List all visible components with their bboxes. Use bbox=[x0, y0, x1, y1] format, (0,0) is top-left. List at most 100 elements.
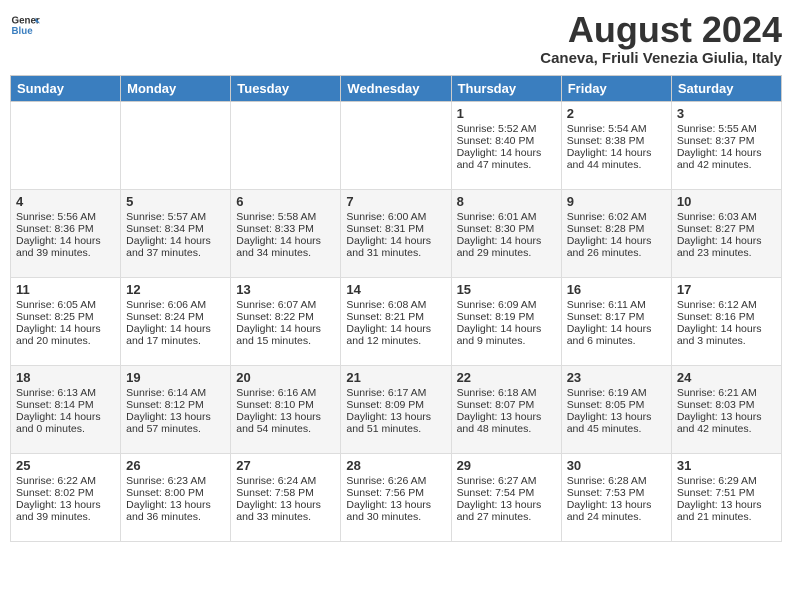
cell-content-line: Sunrise: 5:58 AM bbox=[236, 211, 335, 223]
day-number: 23 bbox=[567, 370, 666, 385]
cell-content-line: Sunset: 8:36 PM bbox=[16, 223, 115, 235]
cell-content-line: Daylight: 13 hours and 30 minutes. bbox=[346, 499, 445, 523]
calendar-cell: 30Sunrise: 6:28 AMSunset: 7:53 PMDayligh… bbox=[561, 453, 671, 541]
cell-content-line: Sunset: 8:25 PM bbox=[16, 311, 115, 323]
cell-content-line: Daylight: 14 hours and 6 minutes. bbox=[567, 323, 666, 347]
cell-content-line: Sunrise: 6:12 AM bbox=[677, 299, 776, 311]
cell-content-line: Sunrise: 6:13 AM bbox=[16, 387, 115, 399]
cell-content-line: Daylight: 14 hours and 23 minutes. bbox=[677, 235, 776, 259]
cell-content-line: Daylight: 14 hours and 44 minutes. bbox=[567, 147, 666, 171]
day-number: 2 bbox=[567, 106, 666, 121]
cell-content-line: Sunset: 8:28 PM bbox=[567, 223, 666, 235]
calendar-body: 1Sunrise: 5:52 AMSunset: 8:40 PMDaylight… bbox=[11, 101, 782, 541]
cell-content-line: Sunrise: 6:27 AM bbox=[457, 475, 556, 487]
day-of-week-header: Sunday bbox=[11, 75, 121, 101]
day-number: 24 bbox=[677, 370, 776, 385]
calendar-cell: 17Sunrise: 6:12 AMSunset: 8:16 PMDayligh… bbox=[671, 277, 781, 365]
calendar-cell: 5Sunrise: 5:57 AMSunset: 8:34 PMDaylight… bbox=[121, 189, 231, 277]
calendar-header-row: SundayMondayTuesdayWednesdayThursdayFrid… bbox=[11, 75, 782, 101]
cell-content-line: Sunset: 8:30 PM bbox=[457, 223, 556, 235]
cell-content-line: Daylight: 14 hours and 12 minutes. bbox=[346, 323, 445, 347]
cell-content-line: Sunset: 8:17 PM bbox=[567, 311, 666, 323]
day-of-week-header: Friday bbox=[561, 75, 671, 101]
cell-content-line: Sunset: 8:00 PM bbox=[126, 487, 225, 499]
calendar-cell: 20Sunrise: 6:16 AMSunset: 8:10 PMDayligh… bbox=[231, 365, 341, 453]
cell-content-line: Daylight: 14 hours and 42 minutes. bbox=[677, 147, 776, 171]
cell-content-line: Sunrise: 6:28 AM bbox=[567, 475, 666, 487]
day-number: 21 bbox=[346, 370, 445, 385]
calendar-cell: 24Sunrise: 6:21 AMSunset: 8:03 PMDayligh… bbox=[671, 365, 781, 453]
day-number: 22 bbox=[457, 370, 556, 385]
calendar-cell: 19Sunrise: 6:14 AMSunset: 8:12 PMDayligh… bbox=[121, 365, 231, 453]
cell-content-line: Daylight: 14 hours and 26 minutes. bbox=[567, 235, 666, 259]
cell-content-line: Sunrise: 6:23 AM bbox=[126, 475, 225, 487]
cell-content-line: Daylight: 13 hours and 24 minutes. bbox=[567, 499, 666, 523]
cell-content-line: Daylight: 14 hours and 15 minutes. bbox=[236, 323, 335, 347]
cell-content-line: Sunset: 8:21 PM bbox=[346, 311, 445, 323]
cell-content-line: Sunset: 8:19 PM bbox=[457, 311, 556, 323]
cell-content-line: Daylight: 14 hours and 0 minutes. bbox=[16, 411, 115, 435]
cell-content-line: Sunset: 7:58 PM bbox=[236, 487, 335, 499]
cell-content-line: Sunrise: 5:54 AM bbox=[567, 123, 666, 135]
cell-content-line: Sunrise: 6:24 AM bbox=[236, 475, 335, 487]
day-number: 14 bbox=[346, 282, 445, 297]
cell-content-line: Sunset: 8:24 PM bbox=[126, 311, 225, 323]
calendar-week-row: 18Sunrise: 6:13 AMSunset: 8:14 PMDayligh… bbox=[11, 365, 782, 453]
calendar-cell: 1Sunrise: 5:52 AMSunset: 8:40 PMDaylight… bbox=[451, 101, 561, 189]
day-number: 3 bbox=[677, 106, 776, 121]
cell-content-line: Sunset: 8:14 PM bbox=[16, 399, 115, 411]
calendar-week-row: 1Sunrise: 5:52 AMSunset: 8:40 PMDaylight… bbox=[11, 101, 782, 189]
cell-content-line: Daylight: 14 hours and 9 minutes. bbox=[457, 323, 556, 347]
day-number: 9 bbox=[567, 194, 666, 209]
cell-content-line: Daylight: 13 hours and 39 minutes. bbox=[16, 499, 115, 523]
cell-content-line: Sunrise: 6:29 AM bbox=[677, 475, 776, 487]
cell-content-line: Sunrise: 5:56 AM bbox=[16, 211, 115, 223]
cell-content-line: Sunrise: 6:03 AM bbox=[677, 211, 776, 223]
cell-content-line: Sunset: 7:56 PM bbox=[346, 487, 445, 499]
calendar-cell: 21Sunrise: 6:17 AMSunset: 8:09 PMDayligh… bbox=[341, 365, 451, 453]
cell-content-line: Sunset: 7:54 PM bbox=[457, 487, 556, 499]
cell-content-line: Sunrise: 6:16 AM bbox=[236, 387, 335, 399]
cell-content-line: Sunset: 8:22 PM bbox=[236, 311, 335, 323]
day-number: 12 bbox=[126, 282, 225, 297]
svg-text:Blue: Blue bbox=[12, 26, 34, 37]
cell-content-line: Daylight: 14 hours and 37 minutes. bbox=[126, 235, 225, 259]
cell-content-line: Sunrise: 6:05 AM bbox=[16, 299, 115, 311]
day-number: 19 bbox=[126, 370, 225, 385]
calendar-cell: 4 Sunrise: 5:56 AMSunset: 8:36 PMDaylight… bbox=[11, 189, 121, 277]
day-number: 8 bbox=[457, 194, 556, 209]
calendar-cell: 15 Sunrise: 6:09 AMSunset: 8:19 PMDayligh… bbox=[451, 277, 561, 365]
calendar-cell: 11Sunrise: 6:05 AMSunset: 8:25 PMDayligh… bbox=[11, 277, 121, 365]
day-number: 10 bbox=[677, 194, 776, 209]
calendar-cell: 22Sunrise: 6:18 AMSunset: 8:07 PMDayligh… bbox=[451, 365, 561, 453]
cell-content-line: Sunset: 8:07 PM bbox=[457, 399, 556, 411]
day-number: 1 bbox=[457, 106, 556, 121]
cell-content-line: Sunrise: 6:08 AM bbox=[346, 299, 445, 311]
cell-content-line: Sunset: 8:10 PM bbox=[236, 399, 335, 411]
cell-content-line: Daylight: 13 hours and 27 minutes. bbox=[457, 499, 556, 523]
day-number: 15 bbox=[457, 282, 556, 297]
cell-content-line: Daylight: 13 hours and 21 minutes. bbox=[677, 499, 776, 523]
location-subtitle: Caneva, Friuli Venezia Giulia, Italy bbox=[540, 50, 782, 67]
cell-content-line: Daylight: 14 hours and 39 minutes. bbox=[16, 235, 115, 259]
day-number: 16 bbox=[567, 282, 666, 297]
day-number: 4 bbox=[16, 194, 115, 209]
day-number: 18 bbox=[16, 370, 115, 385]
cell-content-line: Sunrise: 6:09 AM bbox=[457, 299, 556, 311]
day-number: 25 bbox=[16, 458, 115, 473]
day-number: 13 bbox=[236, 282, 335, 297]
cell-content-line: Sunrise: 6:02 AM bbox=[567, 211, 666, 223]
calendar-cell bbox=[341, 101, 451, 189]
calendar-cell: 28Sunrise: 6:26 AMSunset: 7:56 PMDayligh… bbox=[341, 453, 451, 541]
cell-content-line: Sunrise: 6:19 AM bbox=[567, 387, 666, 399]
day-number: 20 bbox=[236, 370, 335, 385]
cell-content-line: Daylight: 14 hours and 29 minutes. bbox=[457, 235, 556, 259]
calendar-cell: 26Sunrise: 6:23 AMSunset: 8:00 PMDayligh… bbox=[121, 453, 231, 541]
cell-content-line: Sunset: 8:16 PM bbox=[677, 311, 776, 323]
calendar-cell: 13 Sunrise: 6:07 AMSunset: 8:22 PMDayligh… bbox=[231, 277, 341, 365]
cell-content-line: Daylight: 14 hours and 20 minutes. bbox=[16, 323, 115, 347]
cell-content-line: Sunrise: 6:07 AM bbox=[236, 299, 335, 311]
day-of-week-header: Saturday bbox=[671, 75, 781, 101]
cell-content-line: Daylight: 13 hours and 57 minutes. bbox=[126, 411, 225, 435]
cell-content-line: Sunset: 7:53 PM bbox=[567, 487, 666, 499]
